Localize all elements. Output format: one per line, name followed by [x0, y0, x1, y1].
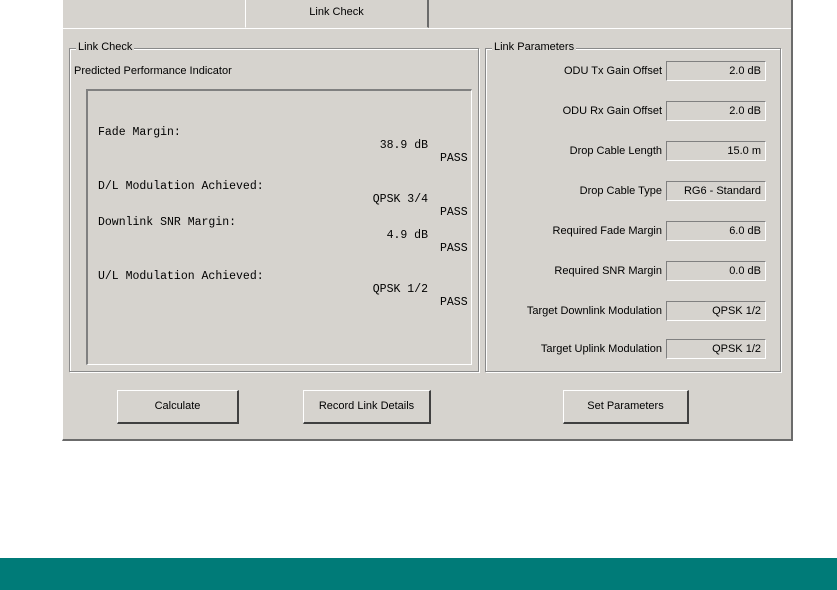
param-value: 2.0 dB: [666, 61, 766, 81]
ul-modulation-row: U/L Modulation Achieved: QPSK 1/2 PASS: [98, 257, 468, 322]
param-value: QPSK 1/2: [666, 301, 766, 321]
calculate-button[interactable]: Calculate: [117, 390, 239, 424]
performance-panel: Fade Margin: 38.9 dB PASS D/L Modulation…: [86, 89, 472, 365]
row-value: 38.9 dB: [379, 139, 428, 152]
link-check-group: Link Check Predicted Performance Indicat…: [69, 41, 479, 372]
param-drop-cable-length: Drop Cable Length 15.0 m: [486, 141, 770, 163]
param-odu-rx-gain: ODU Rx Gain Offset 2.0 dB: [486, 101, 770, 123]
param-target-downlink-modulation: Target Downlink Modulation QPSK 1/2: [486, 301, 770, 323]
row-label: Fade Margin:: [98, 126, 181, 139]
row-label: Downlink SNR Margin:: [98, 216, 237, 229]
param-value: QPSK 1/2: [666, 339, 766, 359]
param-value: 0.0 dB: [666, 261, 766, 281]
link-parameters-legend: Link Parameters: [492, 41, 577, 53]
calculate-button-label: Calculate: [154, 400, 201, 412]
param-value: 15.0 m: [666, 141, 766, 161]
param-label: Required Fade Margin: [552, 225, 662, 237]
link-check-legend: Link Check: [76, 41, 135, 53]
row-status: PASS: [440, 152, 468, 165]
param-target-uplink-modulation: Target Uplink Modulation QPSK 1/2: [486, 339, 770, 361]
param-label: ODU Rx Gain Offset: [562, 105, 662, 117]
row-label: U/L Modulation Achieved:: [98, 270, 264, 283]
param-required-fade-margin: Required Fade Margin 6.0 dB: [486, 221, 770, 243]
record-link-details-button[interactable]: Record Link Details: [303, 390, 431, 424]
param-label: Target Downlink Modulation: [526, 305, 662, 317]
param-drop-cable-type: Drop Cable Type RG6 - Standard: [486, 181, 770, 203]
param-required-snr-margin: Required SNR Margin 0.0 dB: [486, 261, 770, 283]
row-status: PASS: [440, 296, 468, 309]
row-status: PASS: [440, 206, 468, 219]
predicted-performance-label: Predicted Performance Indicator: [74, 65, 232, 77]
param-label: Target Uplink Modulation: [540, 343, 662, 355]
footer-bar: [0, 558, 837, 590]
tab-link-check[interactable]: Link Check: [245, 0, 429, 28]
row-value: QPSK 1/2: [372, 283, 428, 296]
set-parameters-button[interactable]: Set Parameters: [563, 390, 689, 424]
row-label: D/L Modulation Achieved:: [98, 180, 264, 193]
link-parameters-group: Link Parameters ODU Tx Gain Offset 2.0 d…: [485, 41, 781, 372]
param-value: 6.0 dB: [666, 221, 766, 241]
param-label: Drop Cable Length: [569, 145, 662, 157]
row-value: 4.9 dB: [386, 229, 428, 242]
row-status: PASS: [440, 242, 468, 255]
param-label: Drop Cable Type: [579, 185, 662, 197]
param-value: 2.0 dB: [666, 101, 766, 121]
row-value: QPSK 3/4: [372, 193, 428, 206]
set-parameters-label: Set Parameters: [587, 400, 664, 412]
tab-label: Link Check: [309, 6, 364, 18]
param-value: RG6 - Standard: [666, 181, 766, 201]
link-check-dialog: Link Check Link Check Predicted Performa…: [62, 0, 793, 441]
record-link-details-label: Record Link Details: [318, 400, 415, 412]
param-odu-tx-gain: ODU Tx Gain Offset 2.0 dB: [486, 61, 770, 83]
param-label: ODU Tx Gain Offset: [563, 65, 662, 77]
param-label: Required SNR Margin: [554, 265, 662, 277]
